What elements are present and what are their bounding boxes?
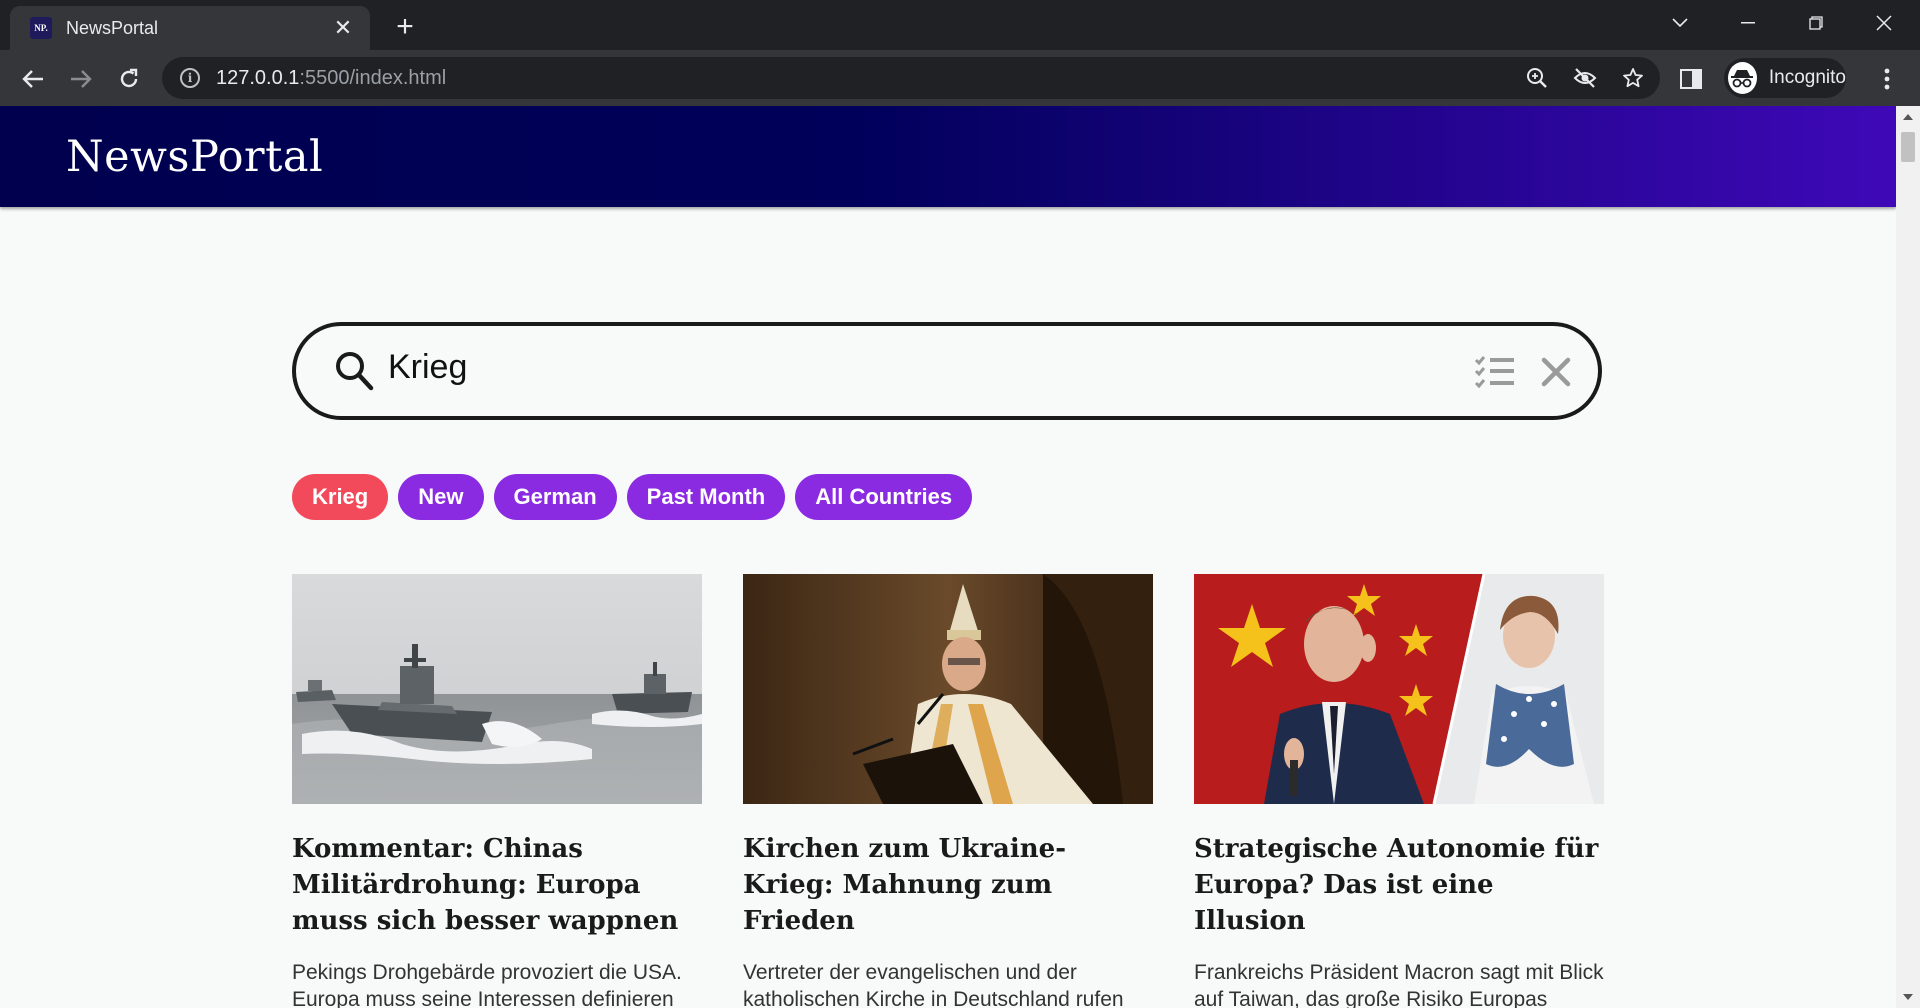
site-info-icon[interactable]: i	[180, 68, 200, 88]
chip-language[interactable]: German	[493, 474, 617, 520]
reload-icon[interactable]	[112, 62, 146, 96]
new-tab-icon[interactable]: +	[388, 10, 422, 44]
site-logo[interactable]: NewsPortal	[66, 132, 323, 182]
side-panel-icon[interactable]	[1674, 62, 1708, 96]
article-image-warships[interactable]	[292, 574, 702, 804]
article-description: Pekings Drohgebärde provoziert die USA. …	[292, 961, 682, 1008]
site-favicon: NP.	[30, 17, 52, 39]
filter-list-icon[interactable]	[1474, 354, 1516, 390]
article-description: Frankreichs Präsident Macron sagt mit Bl…	[1194, 961, 1604, 1008]
tracking-protection-eye-icon[interactable]	[1572, 65, 1598, 91]
chip-sort[interactable]: New	[398, 474, 484, 520]
search-input[interactable]: Krieg	[388, 348, 467, 387]
article-grid: Kommentar: Chinas Militärdrohung: Europa…	[292, 573, 1604, 1008]
browser-menu-icon[interactable]	[1870, 62, 1904, 96]
minimize-icon[interactable]	[1728, 8, 1768, 38]
article-title[interactable]: Strategische Autonomie für Europa? Das i…	[1194, 831, 1604, 939]
scroll-down-arrow-icon[interactable]	[1903, 994, 1913, 1000]
article-description: Vertreter der evangelischen und der kath…	[743, 961, 1124, 1008]
incognito-label: Incognito	[1768, 67, 1846, 88]
article-card[interactable]: Kommentar: Chinas Militärdrohung: Europa…	[292, 574, 702, 1008]
page-viewport: NewsPortal Krieg Krieg New German Past M…	[0, 106, 1920, 1008]
article-image-macron[interactable]	[1194, 573, 1604, 805]
url-host: 127.0.0.1	[216, 66, 300, 89]
tab-title: NewsPortal	[66, 17, 159, 38]
close-window-icon[interactable]	[1864, 8, 1904, 38]
browser-tab[interactable]: NP. NewsPortal ✕	[10, 6, 370, 50]
browser-tab-strip: NP. NewsPortal ✕ +	[0, 0, 1920, 50]
clear-search-icon[interactable]	[1540, 356, 1572, 388]
page-scrollbar[interactable]	[1896, 106, 1920, 1008]
restore-icon[interactable]	[1796, 8, 1836, 38]
zoom-icon[interactable]	[1524, 65, 1550, 91]
site-header: NewsPortal	[0, 106, 1896, 207]
search-bar[interactable]: Krieg	[292, 322, 1602, 420]
browser-toolbar: i 127.0.0.1:5500/index.html Incognito	[0, 50, 1920, 106]
forward-arrow-icon[interactable]	[64, 62, 98, 96]
tab-close-icon[interactable]: ✕	[330, 15, 356, 41]
article-card[interactable]: Kirchen zum Ukraine-Krieg: Mahnung zum F…	[743, 574, 1153, 1008]
back-arrow-icon[interactable]	[16, 62, 50, 96]
address-bar[interactable]: i 127.0.0.1:5500/index.html	[162, 57, 1660, 99]
article-card[interactable]: Strategische Autonomie für Europa? Das i…	[1194, 573, 1604, 1008]
incognito-profile-button[interactable]: Incognito	[1724, 58, 1846, 98]
search-icon[interactable]	[334, 350, 374, 392]
chip-country[interactable]: All Countries	[795, 474, 973, 520]
article-title[interactable]: Kirchen zum Ukraine-Krieg: Mahnung zum F…	[743, 831, 1153, 939]
chip-time-range[interactable]: Past Month	[626, 474, 786, 520]
scroll-up-arrow-icon[interactable]	[1903, 114, 1913, 120]
url-path: :5500/index.html	[299, 66, 447, 89]
bookmark-star-icon[interactable]	[1620, 65, 1646, 91]
incognito-icon	[1728, 62, 1757, 94]
article-image-bishop[interactable]	[743, 574, 1153, 804]
tab-search-chevron-icon[interactable]	[1660, 8, 1700, 38]
scroll-thumb[interactable]	[1901, 132, 1915, 162]
url-text[interactable]: 127.0.0.1:5500/index.html	[216, 67, 446, 90]
filter-chips: Krieg New German Past Month All Countrie…	[292, 474, 973, 520]
article-title[interactable]: Kommentar: Chinas Militärdrohung: Europa…	[292, 831, 702, 939]
chip-query[interactable]: Krieg	[292, 474, 389, 520]
